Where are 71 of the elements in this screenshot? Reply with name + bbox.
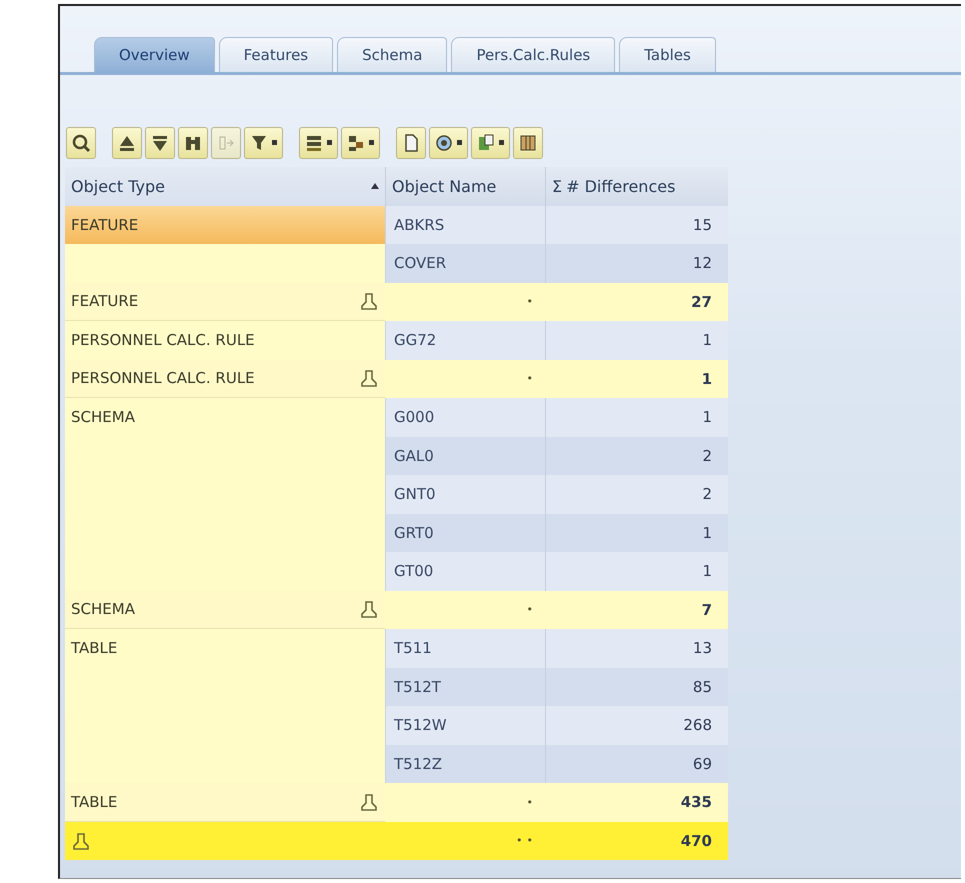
column-header[interactable]: Object Type	[65, 167, 385, 206]
zoom-icon	[71, 133, 91, 153]
differences-count: 1	[702, 562, 712, 580]
column-header[interactable]: Object Name	[385, 167, 545, 206]
differences-count: 2	[702, 446, 712, 465]
object-name: T512T	[394, 678, 441, 696]
subtotal-icon	[359, 368, 379, 388]
tab[interactable]: Schema	[337, 37, 448, 72]
subtotal-level: ••	[516, 834, 537, 848]
object-name: GG72	[394, 331, 436, 350]
subtotals-icon	[346, 133, 366, 153]
object-type: FEATURE	[71, 292, 138, 310]
differences-count: 7	[702, 600, 712, 619]
dropdown-icon	[499, 140, 505, 146]
object-type: PERSONNEL CALC. RULE	[71, 369, 255, 388]
differences-count: 435	[680, 793, 712, 812]
object-name: COVER	[394, 254, 446, 272]
dropdown-icon	[327, 140, 333, 146]
object-name: GRT0	[394, 524, 434, 542]
differences-count: 1	[702, 370, 712, 388]
object-name: T512W	[394, 716, 447, 734]
differences-count: 2	[702, 485, 712, 504]
differences-count: 268	[683, 716, 712, 734]
differences-count: 27	[691, 292, 712, 311]
differences-count: 85	[692, 678, 712, 696]
tab[interactable]: Overview	[94, 37, 215, 72]
object-type: PERSONNEL CALC. RULE	[71, 331, 255, 350]
tab[interactable]: Pers.Calc.Rules	[451, 37, 616, 72]
view-icon	[434, 133, 454, 153]
subtotal-icon	[359, 599, 379, 620]
differences-count: 470	[680, 832, 712, 850]
differences-count: 13	[692, 639, 712, 658]
object-name: G000	[394, 408, 434, 426]
dropdown-icon	[457, 140, 463, 146]
column-header[interactable]: Σ # Differences	[545, 167, 728, 206]
total-icon	[304, 133, 324, 153]
subtotal-level: •	[526, 796, 537, 809]
object-type: TABLE	[71, 792, 118, 811]
dropdown-icon	[369, 140, 375, 146]
object-type: FEATURE	[71, 216, 138, 234]
object-type: SCHEMA	[71, 408, 135, 426]
differences-count: 15	[692, 216, 712, 234]
subtotal-icon	[359, 291, 379, 312]
column-label: # Differences	[566, 176, 676, 196]
filter-icon	[249, 133, 269, 153]
subtotal-level: •	[526, 295, 537, 308]
differences-count: 1	[702, 331, 712, 350]
subtotal-icon	[359, 792, 379, 812]
column-label: Object Type	[71, 176, 165, 196]
subtotal-level: •	[526, 372, 537, 386]
column-label: Object Name	[392, 176, 496, 196]
object-name: T511	[394, 639, 432, 658]
object-name: GAL0	[394, 446, 434, 465]
object-name: T512Z	[394, 754, 442, 773]
object-name: GNT0	[394, 485, 436, 504]
dropdown-icon	[272, 140, 278, 146]
differences-count: 12	[692, 254, 712, 272]
object-type: TABLE	[71, 639, 118, 658]
sum-mark: Σ	[552, 176, 562, 196]
sort-descending-icon	[150, 133, 170, 153]
differences-count: 1	[702, 408, 712, 426]
subtotal-icon	[71, 830, 91, 851]
object-name: GT00	[394, 562, 434, 580]
differences-count: 69	[692, 754, 712, 773]
tab[interactable]: Features	[218, 37, 334, 72]
subtotal-level: •	[526, 603, 537, 616]
object-type: SCHEMA	[71, 600, 135, 618]
layout-icon	[518, 133, 538, 153]
object-name: ABKRS	[394, 216, 444, 234]
tab[interactable]: Tables	[619, 37, 716, 72]
differences-count: 1	[702, 524, 712, 542]
